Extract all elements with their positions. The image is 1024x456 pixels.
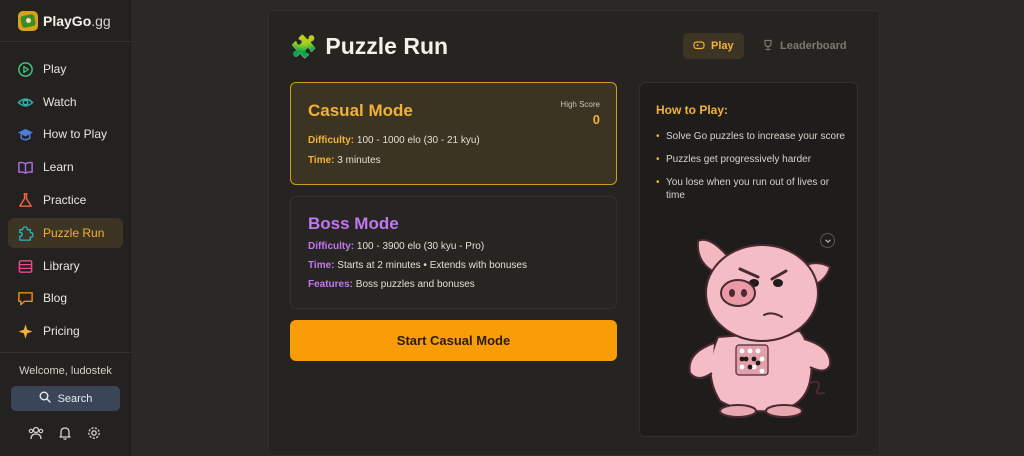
how-to-play-panel: How to Play: Solve Go puzzles to increas… — [639, 82, 858, 437]
bell-icon[interactable] — [57, 425, 73, 441]
page-title: 🧩 Puzzle Run — [290, 33, 448, 60]
library-icon — [17, 258, 34, 275]
tab-label: Play — [711, 40, 734, 52]
list-item: Puzzles get progressively harder — [656, 153, 846, 166]
sidebar-item-practice[interactable]: Practice — [8, 185, 123, 215]
gamepad-icon — [693, 39, 705, 54]
sidebar-item-label: Pricing — [43, 324, 80, 338]
casual-difficulty: Difficulty: 100 - 1000 elo (30 - 21 kyu) — [308, 135, 480, 146]
search-button[interactable]: Search — [11, 386, 120, 411]
boss-mode-card[interactable]: Boss Mode Difficulty: 100 - 3900 elo (30… — [290, 196, 617, 309]
sidebar-divider — [0, 352, 131, 353]
list-item: You lose when you run out of lives or ti… — [656, 176, 846, 202]
expand-toggle[interactable] — [820, 233, 835, 248]
how-to-play-list: Solve Go puzzles to increase your score … — [656, 130, 846, 212]
trophy-icon — [762, 39, 774, 54]
sidebar-item-label: Blog — [43, 291, 68, 305]
sidebar-item-label: Play — [43, 62, 67, 76]
sidebar-item-label: Practice — [43, 193, 87, 207]
list-item: Solve Go puzzles to increase your score — [656, 130, 846, 143]
casual-mode-card[interactable]: Casual Mode High Score 0 Difficulty: 100… — [290, 82, 617, 185]
high-score-value: 0 — [592, 112, 600, 127]
sidebar-item-puzzle-run[interactable]: Puzzle Run — [8, 218, 123, 248]
sidebar-footer-icons — [28, 425, 102, 441]
gear-icon[interactable] — [86, 425, 102, 441]
start-casual-mode-button[interactable]: Start Casual Mode — [290, 320, 617, 361]
sidebar-item-label: Learn — [43, 160, 74, 174]
boss-time: Time: Starts at 2 minutes • Extends with… — [308, 260, 527, 271]
sidebar-item-play[interactable]: Play — [8, 54, 123, 84]
sidebar-divider — [0, 41, 131, 42]
eye-icon — [17, 94, 34, 111]
high-score-label: High Score — [560, 100, 600, 109]
casual-time: Time: 3 minutes — [308, 155, 381, 166]
page-title-text: Puzzle Run — [325, 33, 449, 59]
boss-difficulty: Difficulty: 100 - 3900 elo (30 kyu - Pro… — [308, 241, 485, 252]
logo-icon — [18, 11, 38, 31]
welcome-text: Welcome, ludostek — [19, 365, 112, 377]
search-icon — [39, 391, 51, 406]
sidebar-item-label: Puzzle Run — [43, 226, 105, 240]
sidebar-item-pricing[interactable]: Pricing — [8, 316, 123, 346]
book-icon — [17, 159, 34, 176]
tab-play[interactable]: Play — [683, 33, 744, 59]
how-to-play-title: How to Play: — [656, 103, 729, 117]
play-circle-icon — [17, 61, 34, 78]
boss-mode-title: Boss Mode — [308, 214, 399, 233]
sidebar: PlayGo.gg Play Watch How to Play Learn P… — [0, 0, 131, 456]
graduation-cap-icon — [17, 126, 34, 143]
casual-mode-title: Casual Mode — [308, 101, 413, 120]
puzzle-emoji-icon: 🧩 — [290, 33, 318, 59]
sidebar-item-how-to-play[interactable]: How to Play — [8, 119, 123, 149]
friends-icon[interactable] — [28, 425, 44, 441]
tab-label: Leaderboard — [780, 40, 847, 52]
sparkle-icon — [17, 323, 34, 340]
search-label: Search — [57, 392, 93, 405]
pig-mascot-illustration — [688, 238, 832, 418]
sidebar-item-label: How to Play — [43, 127, 108, 141]
sidebar-item-blog[interactable]: Blog — [8, 283, 123, 313]
brand-tld: .gg — [91, 13, 111, 29]
sidebar-item-label: Library — [43, 259, 80, 273]
chevron-down-icon — [824, 232, 832, 250]
chat-bubble-icon — [17, 290, 34, 307]
sidebar-item-learn[interactable]: Learn — [8, 152, 123, 182]
flask-icon — [17, 192, 34, 209]
brand-logo[interactable]: PlayGo.gg — [18, 11, 111, 31]
sidebar-item-label: Watch — [43, 95, 77, 109]
tab-leaderboard[interactable]: Leaderboard — [752, 33, 857, 59]
sidebar-item-watch[interactable]: Watch — [8, 87, 123, 117]
boss-features: Features: Boss puzzles and bonuses — [308, 279, 475, 290]
sidebar-item-library[interactable]: Library — [8, 251, 123, 281]
puzzle-icon — [17, 225, 34, 242]
brand-name: PlayGo — [43, 13, 92, 29]
